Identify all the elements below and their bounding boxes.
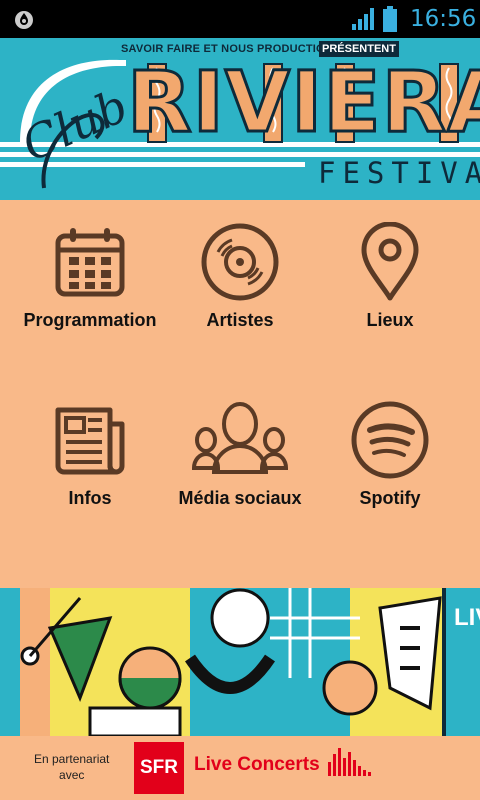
partner-line-1: En partenariat [34, 752, 110, 766]
spotify-icon [351, 401, 429, 479]
people-group-icon [191, 402, 289, 474]
battery-icon [383, 6, 397, 32]
notification-drop-icon [15, 11, 33, 29]
menu-item-artistes[interactable]: Artistes [160, 222, 320, 331]
menu-item-label: Programmation [23, 310, 157, 330]
artwork-banner[interactable]: LIVE [0, 588, 480, 736]
partner-line-2: avec [59, 768, 85, 782]
live-label: LIVE [454, 604, 480, 631]
menu-item-label: Spotify [359, 488, 421, 508]
menu-item-spotify[interactable]: Spotify [310, 400, 470, 509]
festival-header-banner: SAVOIR FAIRE ET NOUS PRODUCTIONS PRÉSENT… [0, 38, 480, 200]
menu-item-label: Média sociaux [178, 488, 302, 508]
partner-text: En partenariat avec [34, 751, 109, 783]
festival-title: RIVIERA [125, 53, 480, 151]
newspaper-icon [55, 407, 125, 475]
partner-footer: En partenariat avec Live Concerts [0, 736, 480, 800]
equalizer-icon [328, 748, 371, 776]
live-strip: LIVE [442, 588, 480, 736]
live-concerts-label: Live Concerts [194, 754, 320, 775]
festival-illustration [0, 588, 442, 736]
menu-item-label: Lieux [366, 310, 414, 330]
menu-item-media-sociaux[interactable]: Média sociaux [160, 400, 320, 509]
menu-item-label: Infos [68, 488, 112, 508]
vinyl-record-icon [201, 223, 279, 301]
map-pin-icon [361, 222, 419, 301]
sfr-logo[interactable]: SFR [134, 742, 184, 794]
calendar-icon [55, 228, 125, 297]
festival-subtitle: FESTIVAL [318, 156, 480, 190]
menu-item-lieux[interactable]: Lieux [310, 222, 470, 331]
menu-item-label: Artistes [206, 310, 274, 330]
menu-item-infos[interactable]: Infos [10, 400, 170, 509]
signal-strength-icon [352, 8, 374, 30]
clock: 16:56 [410, 6, 477, 32]
status-bar: 16:56 [0, 0, 480, 38]
menu-item-programmation[interactable]: Programmation [10, 222, 170, 331]
